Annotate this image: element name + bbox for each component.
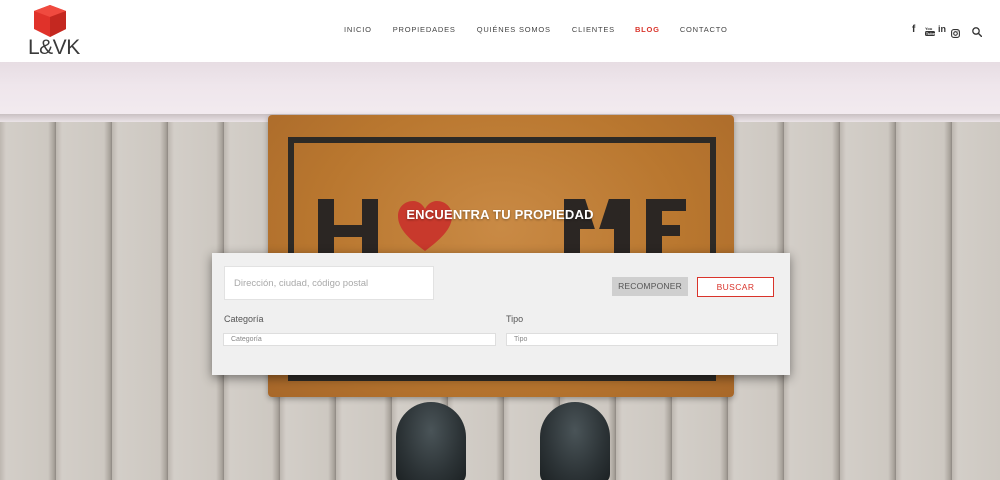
main-nav: INICIO PROPIEDADES QUIÉNES SOMOS CLIENTE… xyxy=(344,25,728,34)
facebook-icon[interactable]: f xyxy=(912,24,920,35)
youtube-icon[interactable]: You Tube xyxy=(925,24,936,36)
property-search-form: Dirección, ciudad, código postal RECOMPO… xyxy=(212,253,790,375)
doormat-letter xyxy=(646,225,680,236)
instagram-icon[interactable] xyxy=(951,25,961,38)
nav-item-clientes[interactable]: CLIENTES xyxy=(572,25,615,34)
svg-text:Tube: Tube xyxy=(926,31,935,36)
hero-background-wall xyxy=(0,62,1000,122)
nav-item-inicio[interactable]: INICIO xyxy=(344,25,372,34)
brand-logo[interactable]: L&VK xyxy=(28,4,80,59)
nav-item-quienes-somos[interactable]: QUIÉNES SOMOS xyxy=(477,25,551,34)
category-select[interactable]: Categoría xyxy=(223,333,496,346)
nav-item-blog[interactable]: BLOG xyxy=(635,25,660,34)
hero-shoe-right xyxy=(540,402,610,480)
location-search-input[interactable]: Dirección, ciudad, código postal xyxy=(224,266,434,300)
nav-item-contacto[interactable]: CONTACTO xyxy=(680,25,728,34)
type-select[interactable]: Tipo xyxy=(506,333,778,346)
site-header: L&VK INICIO PROPIEDADES QUIÉNES SOMOS CL… xyxy=(0,0,1000,62)
type-label: Tipo xyxy=(506,314,524,324)
reset-button[interactable]: RECOMPONER xyxy=(612,277,688,296)
hero-title: ENCUENTRA TU PROPIEDAD xyxy=(406,207,594,222)
brand-name: L&VK xyxy=(28,36,80,59)
hero-section: ENCUENTRA TU PROPIEDAD Dirección, ciudad… xyxy=(0,62,1000,480)
doormat-letter xyxy=(330,225,366,237)
category-label: Categoría xyxy=(224,314,264,324)
hero-shoe-left xyxy=(396,402,466,480)
linkedin-icon[interactable]: in xyxy=(938,24,948,35)
nav-item-propiedades[interactable]: PROPIEDADES xyxy=(393,25,456,34)
search-button[interactable]: BUSCAR xyxy=(697,277,774,297)
search-icon[interactable] xyxy=(972,24,983,38)
logo-cube-icon xyxy=(34,5,66,37)
